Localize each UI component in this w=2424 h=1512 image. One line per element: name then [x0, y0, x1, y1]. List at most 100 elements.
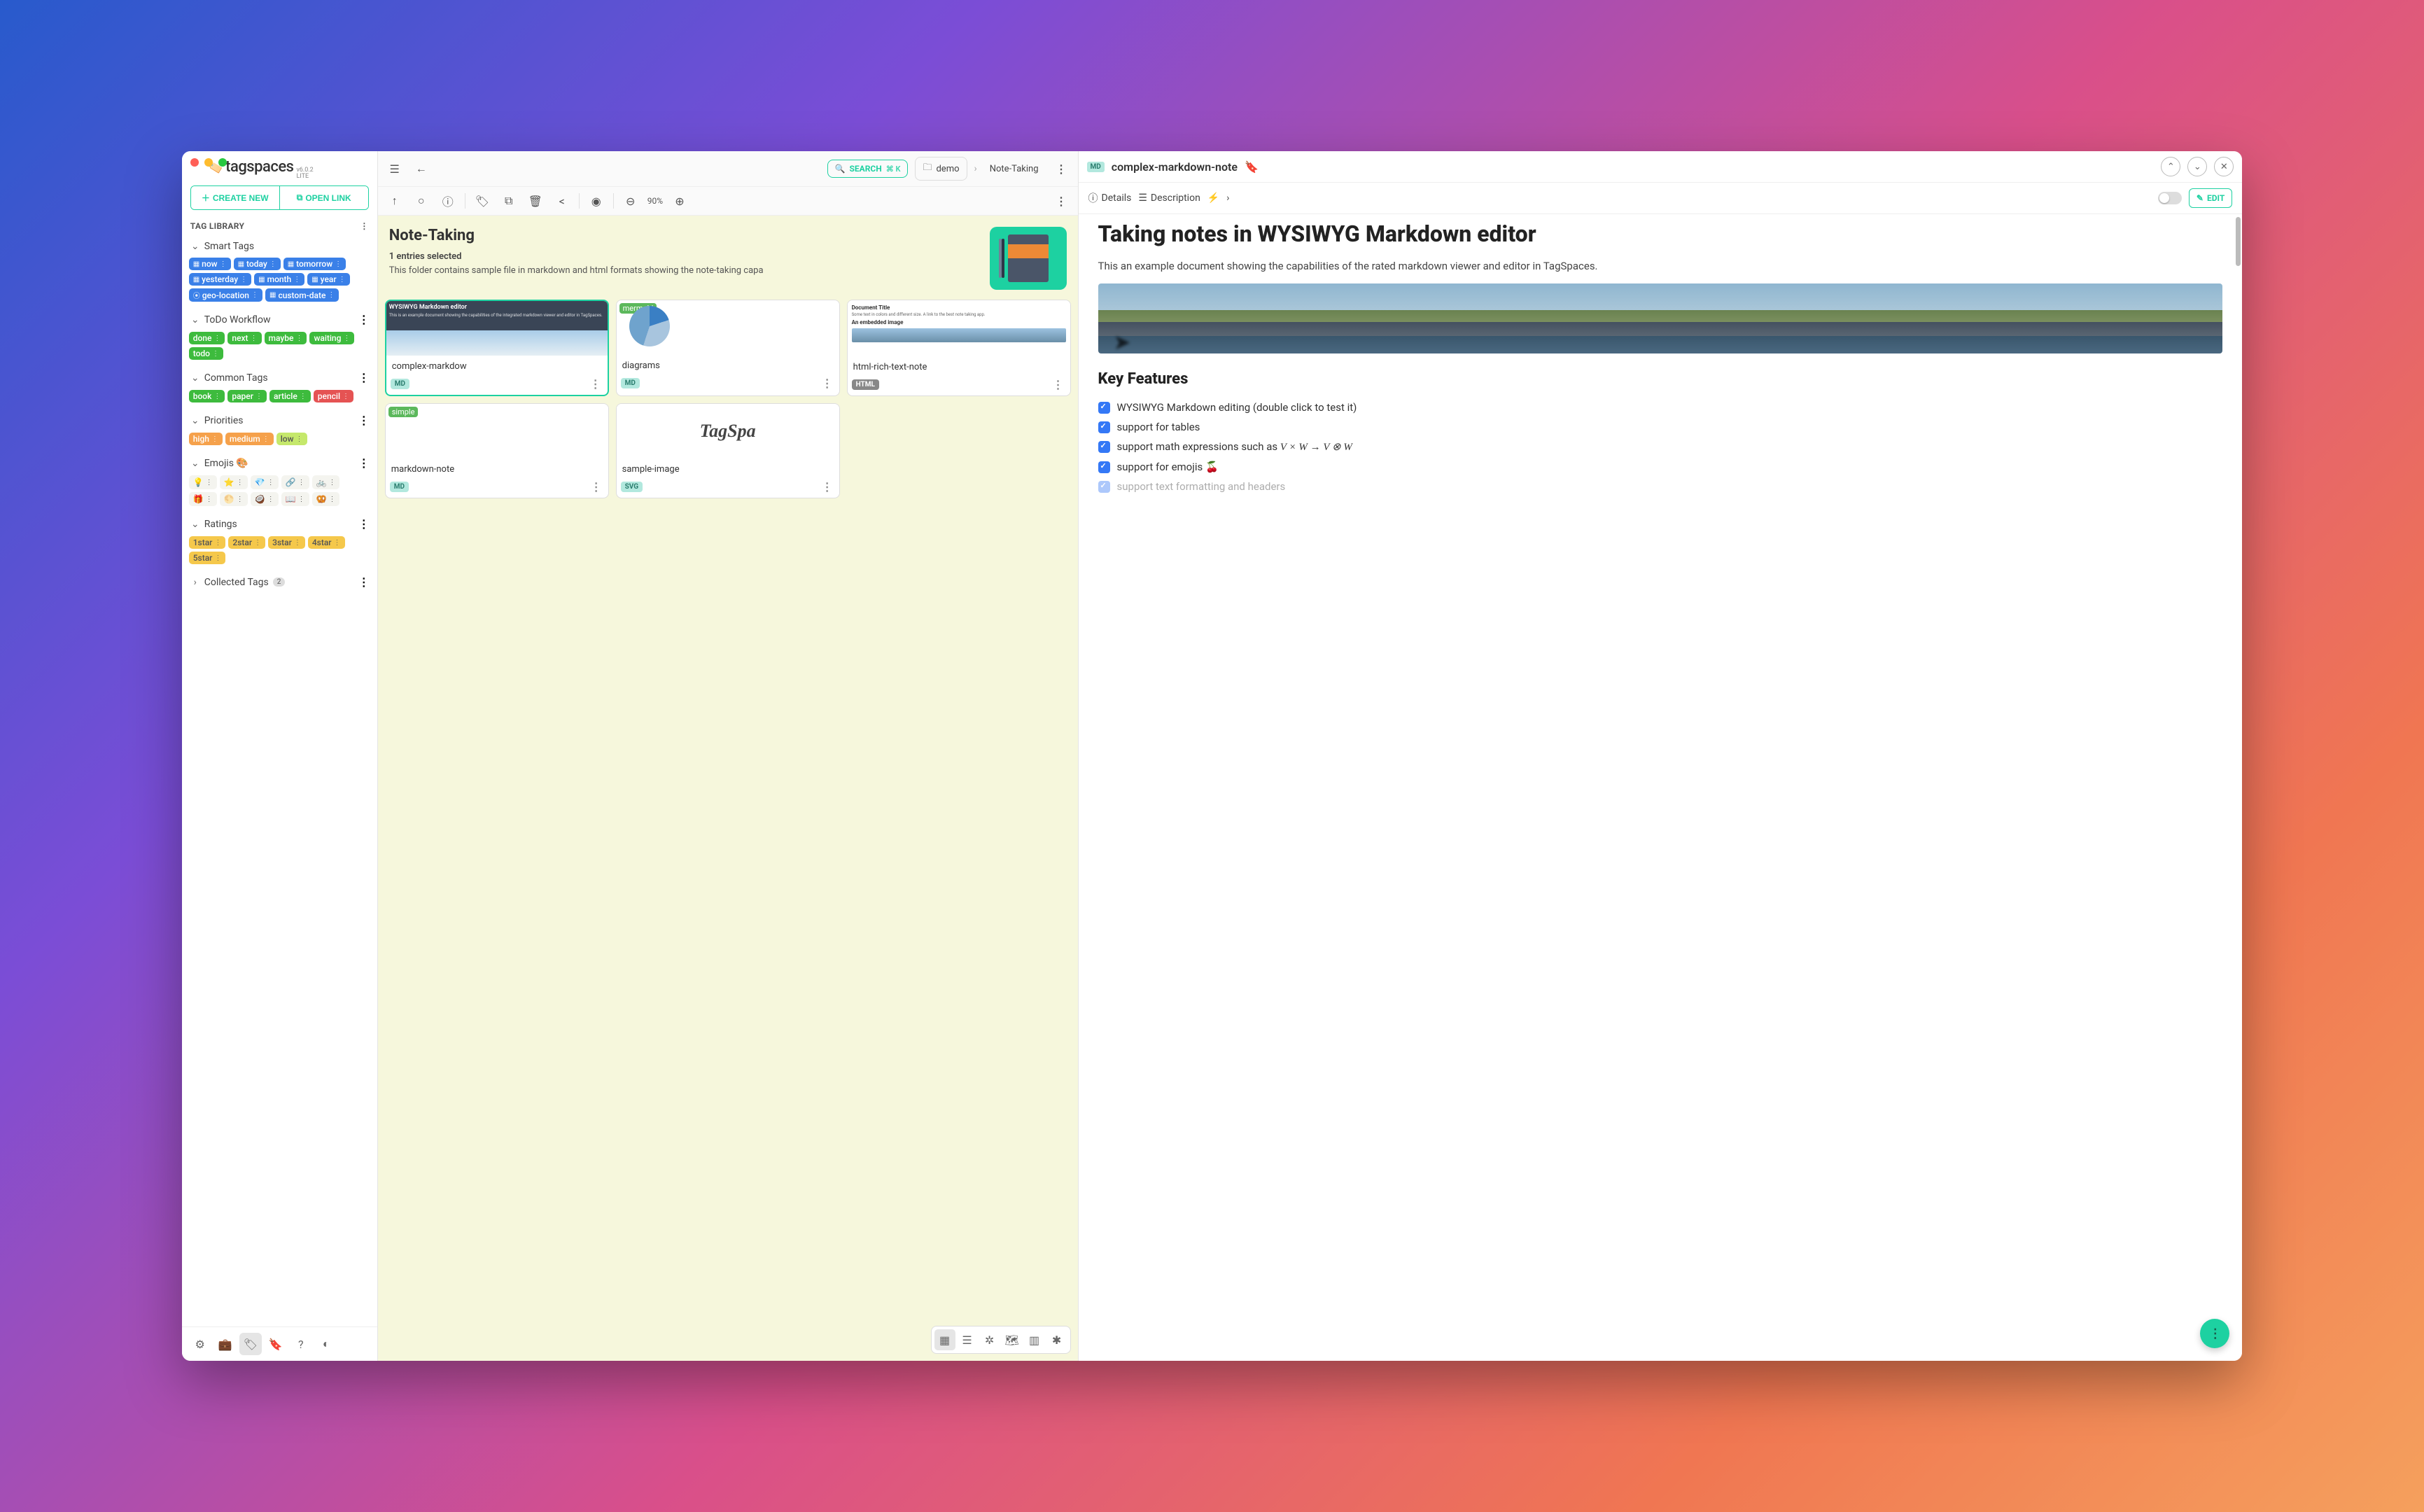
zoom-in-icon[interactable]: ⊕ [670, 191, 689, 211]
tag-month[interactable]: ▦month⋮ [254, 273, 304, 286]
checklist-item[interactable]: support math expressions such as V × W →… [1098, 437, 2223, 457]
share-icon[interactable]: < [552, 191, 572, 211]
emoji-tag[interactable]: 📖⋮ [281, 492, 309, 506]
card-menu[interactable]: ⋮ [587, 377, 603, 391]
section-menu[interactable]: ⋮ [358, 371, 369, 384]
close-preview-icon[interactable]: ✕ [2214, 157, 2234, 176]
zoom-out-icon[interactable]: ⊖ [621, 191, 640, 211]
copy-icon[interactable]: ⧉ [499, 191, 519, 211]
info-icon[interactable]: ⓘ [438, 191, 458, 211]
gear-icon[interactable]: ⚙ [189, 1333, 211, 1355]
file-card-complex-markdown[interactable]: WYSIWYG Markdown editor This is an examp… [385, 300, 609, 396]
emoji-tag[interactable]: 🥥⋮ [251, 492, 279, 506]
tag-today[interactable]: ▦today⋮ [234, 258, 281, 270]
tag-custom-date[interactable]: ▦custom-date⋮ [265, 288, 339, 302]
section-menu[interactable]: ⋮ [358, 414, 369, 427]
list-view-icon[interactable]: ☰ [957, 1329, 978, 1350]
tag-paper[interactable]: paper⋮ [227, 390, 267, 402]
checklist-item[interactable]: support for emojis 🍒 [1098, 457, 2223, 477]
tag-book[interactable]: book⋮ [189, 390, 225, 402]
tag-icon[interactable]: 🏷 [239, 1333, 262, 1355]
delete-icon[interactable]: 🗑 [526, 191, 545, 211]
tag-library-menu[interactable]: ⋮ [360, 221, 368, 231]
card-menu[interactable]: ⋮ [819, 377, 835, 390]
tag-todo[interactable]: todo⋮ [189, 347, 223, 360]
tag-1star[interactable]: 1star⋮ [189, 536, 226, 549]
tag-waiting[interactable]: waiting⋮ [309, 332, 354, 344]
breadcrumb-current[interactable]: Note-Taking [984, 160, 1044, 178]
emoji-tag[interactable]: 🌕⋮ [220, 492, 248, 506]
fab-menu[interactable]: ⋮ [2200, 1319, 2229, 1348]
emoji-tag[interactable]: 💡⋮ [189, 475, 217, 489]
breadcrumb-root[interactable]: 🗀demo [915, 157, 967, 181]
edit-button[interactable]: ✎EDIT [2189, 188, 2232, 208]
tag-geo[interactable]: ⦿geo-location⋮ [189, 288, 262, 302]
file-card-sample-image[interactable]: TagSpa sample-image SVG⋮ [616, 403, 840, 498]
maximize-dot[interactable] [218, 158, 227, 167]
search-button[interactable]: 🔍 SEARCH ⌘ K [827, 160, 909, 178]
checkbox-icon[interactable] [1098, 441, 1110, 453]
lightning-icon[interactable]: ⚡ [1207, 192, 1219, 204]
breadcrumb-menu[interactable]: ⋮ [1051, 159, 1071, 178]
tag-low[interactable]: low⋮ [276, 433, 307, 445]
up-icon[interactable]: ↑ [385, 191, 405, 211]
kanban-view-icon[interactable]: ▥ [1024, 1329, 1045, 1350]
tag-done[interactable]: done⋮ [189, 332, 225, 344]
checkbox-icon[interactable] [1098, 421, 1110, 433]
tag-year[interactable]: ▦year⋮ [307, 273, 349, 286]
card-menu[interactable]: ⋮ [1050, 378, 1066, 391]
emoji-tag[interactable]: 🥨⋮ [312, 492, 340, 506]
bookmark-icon[interactable]: 🔖 [1245, 160, 1259, 174]
tag-action-icon[interactable]: 🏷 [472, 191, 492, 211]
tag-article[interactable]: article⋮ [269, 390, 311, 402]
checkbox-icon[interactable] [1098, 402, 1110, 414]
emoji-tag[interactable]: ⭐⋮ [220, 475, 248, 489]
card-menu[interactable]: ⋮ [819, 480, 835, 493]
tag-tomorrow[interactable]: ▦tomorrow⋮ [283, 258, 346, 270]
section-menu[interactable]: ⋮ [358, 517, 369, 531]
file-card-diagrams[interactable]: mermaid diagrams MD⋮ [616, 300, 840, 396]
emoji-tag[interactable]: 🔗⋮ [281, 475, 309, 489]
tag-4star[interactable]: 4star⋮ [308, 536, 345, 549]
back-icon[interactable]: ← [412, 159, 431, 178]
scrollbar[interactable] [2236, 217, 2241, 266]
tag-pencil[interactable]: pencil⋮ [314, 390, 353, 402]
next-file-icon[interactable]: ⌄ [2187, 157, 2207, 176]
details-tab[interactable]: ⓘDetails [1088, 191, 1132, 205]
globe-icon[interactable]: ◉ [587, 191, 606, 211]
aperture-icon[interactable]: ✲ [979, 1329, 1000, 1350]
toggle-switch[interactable] [2158, 192, 2182, 204]
checklist-item[interactable]: support text formatting and headers [1098, 477, 2223, 496]
toolbar-menu[interactable]: ⋮ [1051, 191, 1071, 211]
section-menu[interactable]: ⋮ [358, 456, 369, 470]
card-menu[interactable]: ⋮ [588, 480, 604, 493]
close-dot[interactable] [190, 158, 199, 167]
emoji-tag[interactable]: 🎁⋮ [189, 492, 217, 506]
checklist-item[interactable]: support for tables [1098, 417, 2223, 437]
circle-icon[interactable]: ○ [412, 191, 431, 211]
tag-medium[interactable]: medium⋮ [225, 433, 274, 445]
tag-maybe[interactable]: maybe⋮ [265, 332, 307, 344]
chevron-right-icon[interactable]: › [1226, 192, 1229, 204]
grid-view-icon[interactable]: ▦ [934, 1329, 955, 1350]
section-menu[interactable]: ⋮ [358, 575, 369, 589]
graph-view-icon[interactable]: ✱ [1046, 1329, 1067, 1350]
create-new-button[interactable]: ＋CREATE NEW [191, 186, 280, 209]
section-menu[interactable]: ⋮ [358, 313, 369, 326]
tag-yesterday[interactable]: ▦yesterday⋮ [189, 273, 251, 286]
tag-3star[interactable]: 3star⋮ [268, 536, 305, 549]
tag-high[interactable]: high⋮ [189, 433, 223, 445]
help-icon[interactable]: ? [290, 1333, 312, 1355]
description-tab[interactable]: ☰Description [1138, 192, 1200, 204]
tag-2star[interactable]: 2star⋮ [228, 536, 265, 549]
open-link-button[interactable]: ⧉OPEN LINK [280, 186, 368, 209]
briefcase-icon[interactable]: 💼 [214, 1333, 237, 1355]
theme-icon[interactable]: ◐ [315, 1333, 337, 1355]
emoji-tag[interactable]: 🚲⋮ [312, 475, 340, 489]
bookmark-icon[interactable]: 🔖 [265, 1333, 287, 1355]
map-view-icon[interactable]: 🗺 [1002, 1329, 1023, 1350]
menu-icon[interactable]: ☰ [385, 159, 405, 178]
emoji-tag[interactable]: 💎⋮ [251, 475, 279, 489]
checkbox-icon[interactable] [1098, 481, 1110, 493]
minimize-dot[interactable] [204, 158, 213, 167]
